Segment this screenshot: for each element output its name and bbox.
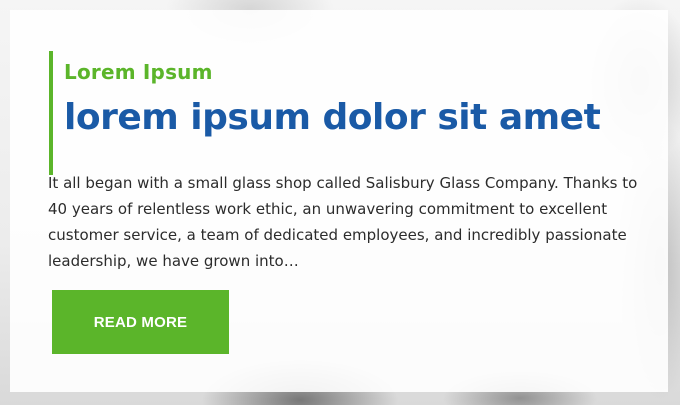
read-more-button[interactable]: READ MORE — [52, 290, 229, 354]
page-title: lorem ipsum dolor sit amet — [64, 97, 601, 138]
eyebrow-label: Lorem Ipsum — [64, 60, 213, 84]
content-card: Lorem Ipsum lorem ipsum dolor sit amet I… — [10, 10, 668, 392]
intro-paragraph: It all began with a small glass shop cal… — [48, 174, 638, 270]
heading-block: Lorem Ipsum lorem ipsum dolor sit amet — [49, 51, 601, 175]
